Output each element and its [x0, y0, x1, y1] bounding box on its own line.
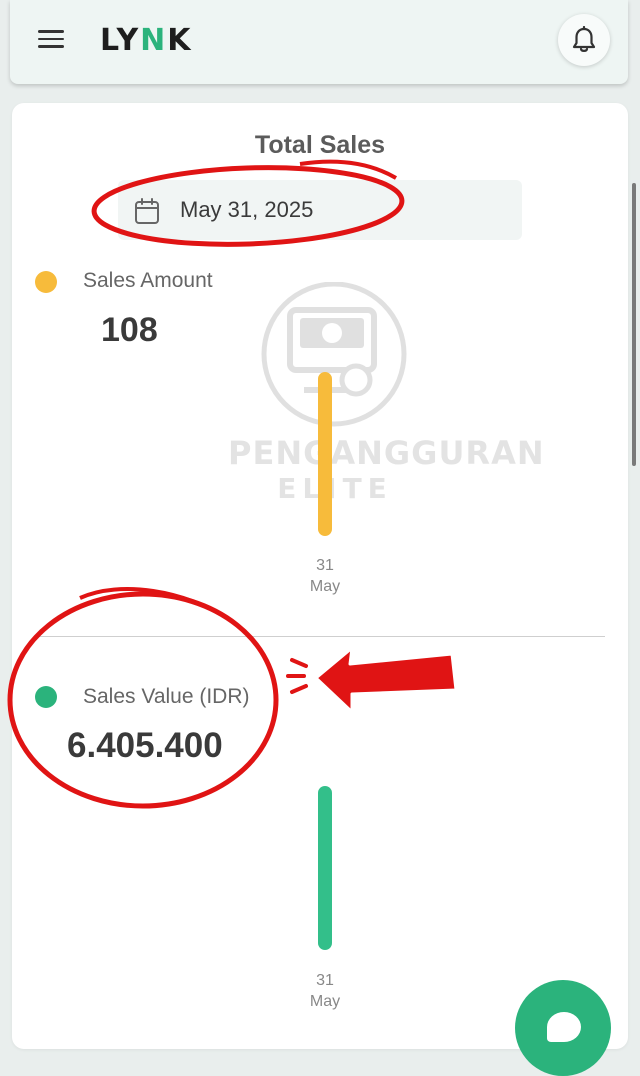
calendar-icon — [135, 198, 159, 224]
date-picker[interactable]: May 31, 2025 — [118, 180, 522, 240]
app-header: LY N K — [10, 0, 628, 84]
sales-amount-legend-dot — [35, 271, 57, 293]
sales-value-value: 6.405.400 — [67, 726, 223, 765]
bell-icon — [572, 26, 596, 52]
scrollbar[interactable] — [632, 183, 636, 466]
chat-bubble-icon — [547, 1012, 581, 1042]
section-divider — [34, 636, 605, 637]
selected-date: May 31, 2025 — [180, 197, 314, 222]
logo-text-mid: N — [140, 22, 168, 58]
sales-amount-label: Sales Amount — [83, 269, 213, 292]
notifications-button[interactable] — [558, 14, 610, 66]
sales-amount-value: 108 — [101, 311, 158, 349]
tick-month: May — [309, 578, 341, 595]
tick-day: 31 — [316, 557, 334, 574]
sales-value-bar[interactable] — [318, 786, 332, 950]
sales-amount-x-tick: 31 May — [295, 555, 355, 597]
logo-text-prefix: LY — [100, 22, 141, 58]
logo-text-suffix: K — [167, 22, 193, 58]
chat-button[interactable] — [515, 980, 611, 1076]
lynk-logo[interactable]: LY N K — [100, 22, 193, 58]
hamburger-menu-icon[interactable] — [38, 30, 64, 50]
sales-amount-bar[interactable] — [318, 372, 332, 536]
tick-month: May — [309, 993, 341, 1010]
sales-value-x-tick: 31 May — [295, 970, 355, 1012]
page-title: Total Sales — [254, 131, 386, 159]
sales-value-legend-dot — [35, 686, 57, 708]
sales-value-label: Sales Value (IDR) — [83, 685, 250, 708]
tick-day: 31 — [316, 972, 334, 989]
